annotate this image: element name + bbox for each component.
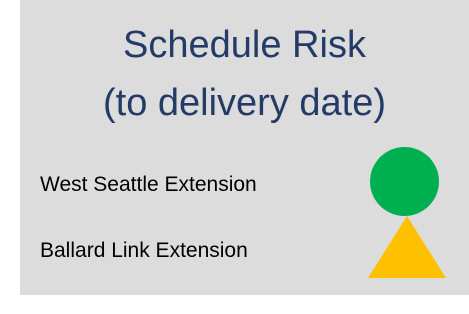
schedule-risk-panel: Schedule Risk (to delivery date) West Se… — [20, 0, 469, 295]
panel-subtitle: (to delivery date) — [102, 82, 386, 124]
green-circle-icon — [370, 147, 439, 216]
item-label-ballard-link: Ballard Link Extension — [40, 239, 248, 262]
panel-title: Schedule Risk — [123, 24, 366, 66]
yellow-triangle-icon — [368, 216, 446, 278]
item-label-west-seattle: West Seattle Extension — [40, 173, 257, 196]
yellow-triangle-shape — [368, 216, 446, 278]
